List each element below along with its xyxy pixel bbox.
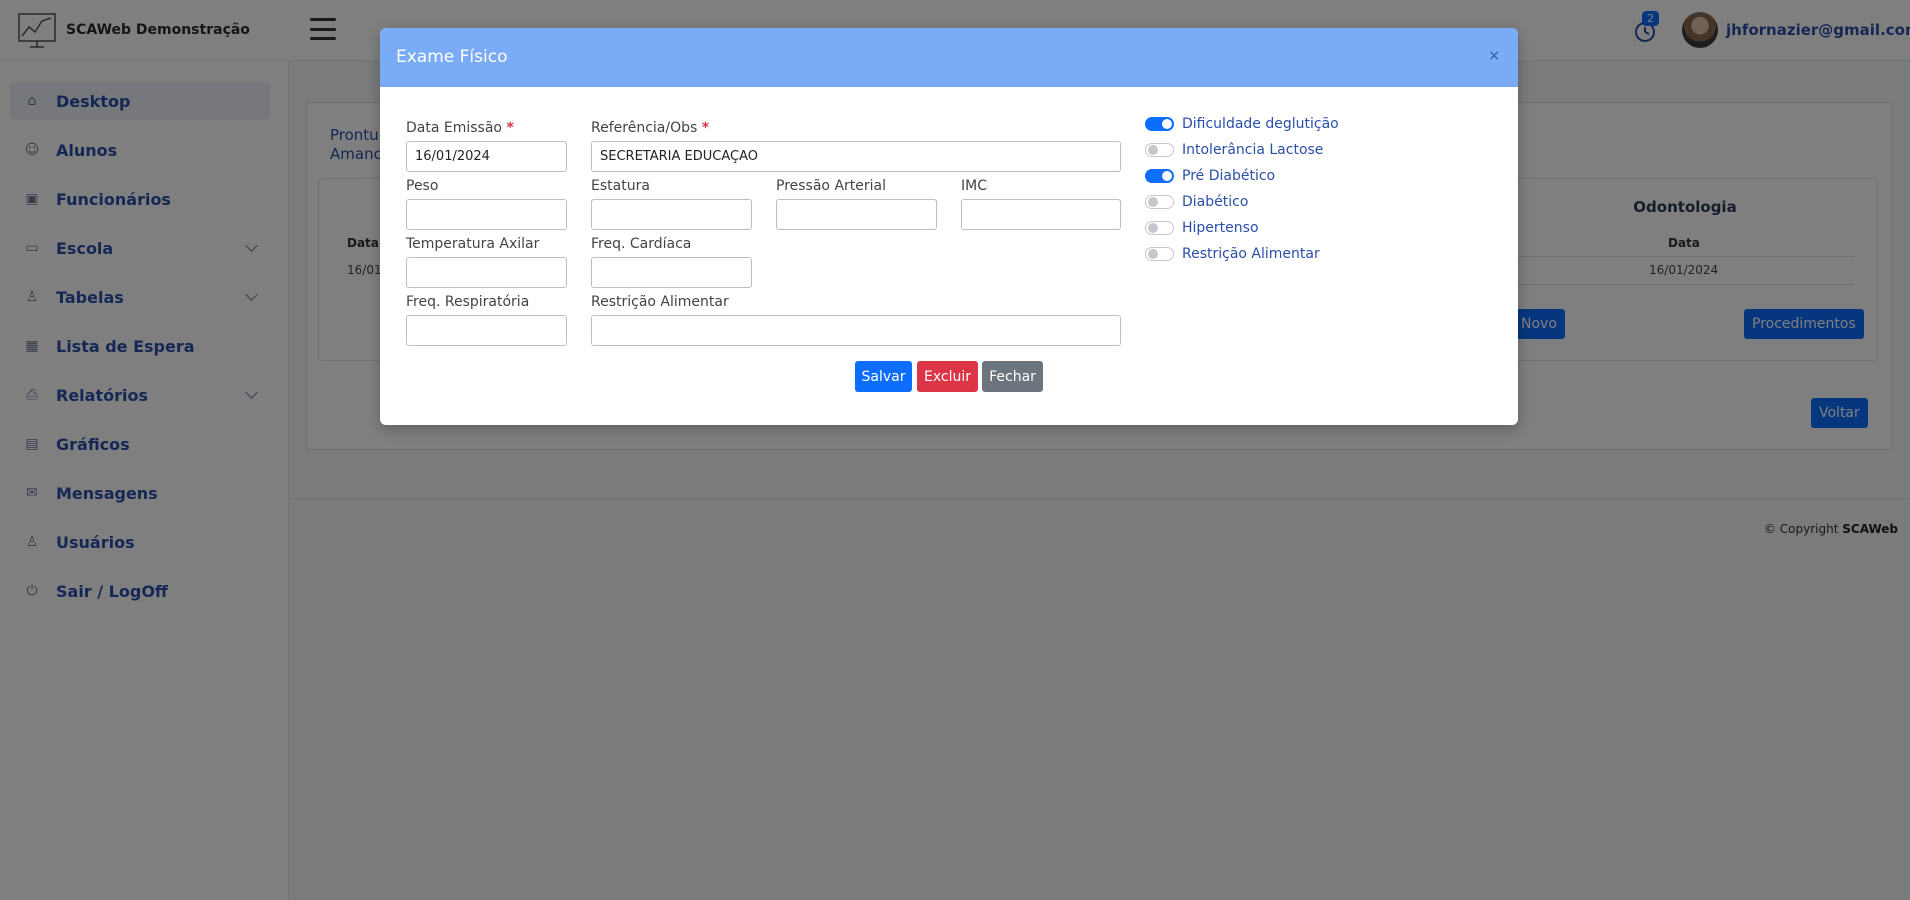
toggle-dificuldade-degluticao[interactable]: Dificuldade deglutição <box>1145 114 1339 134</box>
salvar-button[interactable]: Salvar <box>855 361 912 392</box>
freq-cardiaca-input[interactable] <box>591 257 752 288</box>
temperatura-input[interactable] <box>406 257 567 288</box>
toggle-switch[interactable] <box>1145 169 1174 183</box>
data-emissao-input[interactable] <box>406 141 567 172</box>
restricao-alimentar-input[interactable] <box>591 315 1121 346</box>
toggle-label: Diabético <box>1182 194 1249 210</box>
close-icon[interactable]: × <box>1488 48 1500 64</box>
fechar-button[interactable]: Fechar <box>982 361 1043 392</box>
exame-fisico-modal: Exame Físico × Data Emissão * Referência… <box>380 28 1518 425</box>
toggle-label: Restrição Alimentar <box>1182 246 1320 262</box>
toggle-hipertenso[interactable]: Hipertenso <box>1145 218 1259 238</box>
toggle-label: Intolerância Lactose <box>1182 142 1324 158</box>
imc-label: IMC <box>961 178 987 194</box>
excluir-button[interactable]: Excluir <box>917 361 978 392</box>
data-emissao-label: Data Emissão * <box>406 120 514 136</box>
pressao-arterial-input[interactable] <box>776 199 937 230</box>
toggle-switch[interactable] <box>1145 247 1174 261</box>
restricao-alimentar-label: Restrição Alimentar <box>591 294 729 310</box>
toggle-switch[interactable] <box>1145 117 1174 131</box>
modal-header: Exame Físico × <box>380 28 1518 87</box>
toggle-label: Dificuldade deglutição <box>1182 116 1339 132</box>
freq-respiratoria-label: Freq. Respiratória <box>406 294 530 310</box>
toggle-label: Hipertenso <box>1182 220 1259 236</box>
estatura-label: Estatura <box>591 178 650 194</box>
freq-respiratoria-input[interactable] <box>406 315 567 346</box>
freq-cardiaca-label: Freq. Cardíaca <box>591 236 692 252</box>
referencia-label: Referência/Obs * <box>591 120 710 136</box>
toggle-switch[interactable] <box>1145 143 1174 157</box>
toggle-diabetico[interactable]: Diabético <box>1145 192 1248 212</box>
temperatura-label: Temperatura Axilar <box>406 236 540 252</box>
referencia-input[interactable] <box>591 141 1121 172</box>
toggle-switch[interactable] <box>1145 221 1174 235</box>
toggle-intolerancia-lactose[interactable]: Intolerância Lactose <box>1145 140 1323 160</box>
imc-input[interactable] <box>961 199 1121 230</box>
pressao-arterial-label: Pressão Arterial <box>776 178 886 194</box>
toggle-label: Pré Diabético <box>1182 168 1276 184</box>
toggle-switch[interactable] <box>1145 195 1174 209</box>
peso-input[interactable] <box>406 199 567 230</box>
modal-title: Exame Físico <box>396 47 508 67</box>
toggle-restricao-alimentar[interactable]: Restrição Alimentar <box>1145 244 1320 264</box>
toggle-pre-diabetico[interactable]: Pré Diabético <box>1145 166 1275 186</box>
peso-label: Peso <box>406 178 439 194</box>
estatura-input[interactable] <box>591 199 752 230</box>
